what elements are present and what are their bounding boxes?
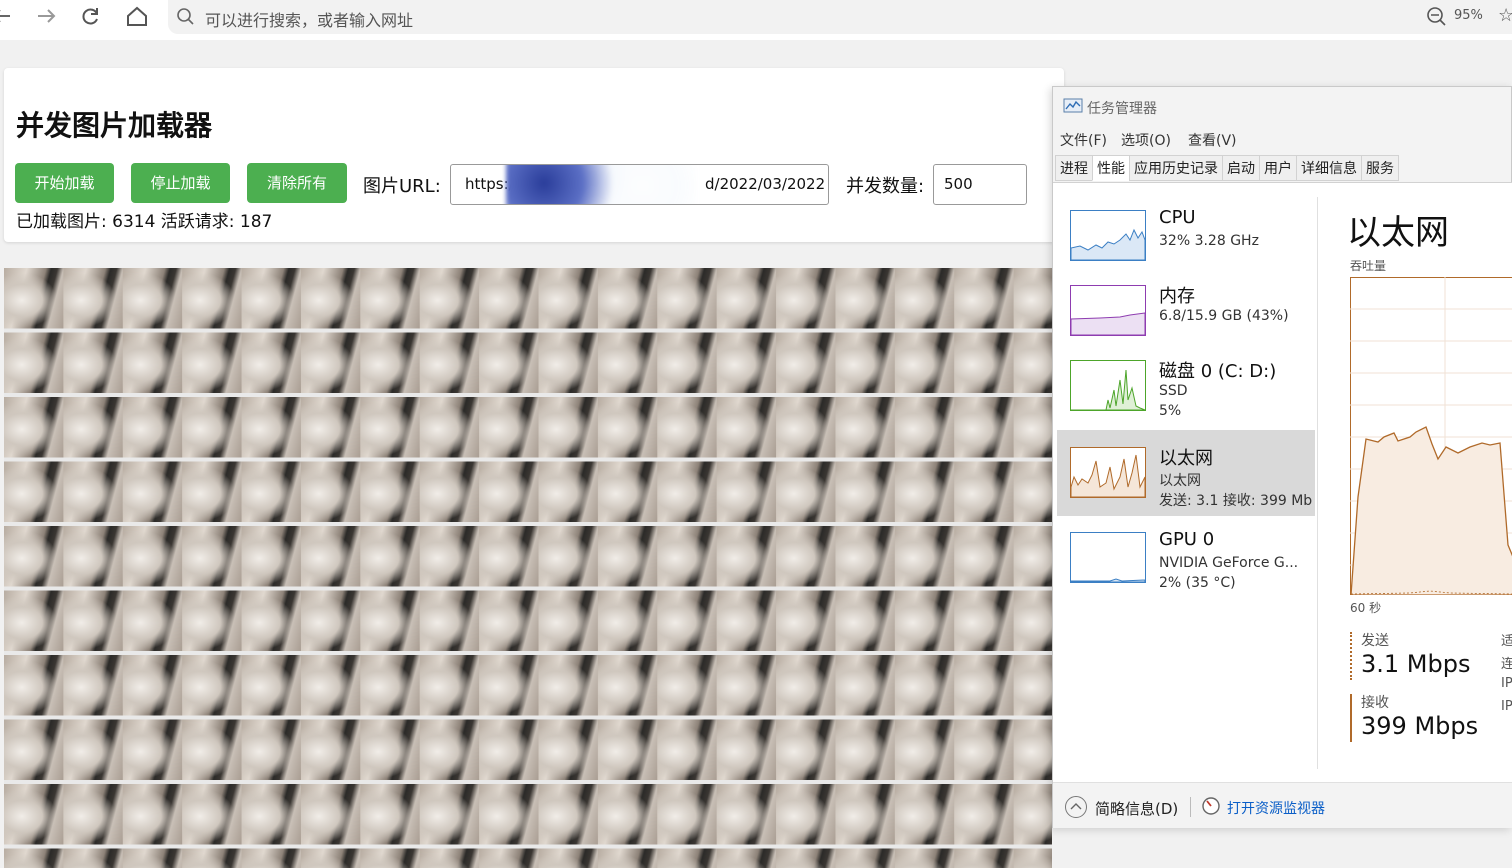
task-manager-app-icon — [1063, 97, 1083, 115]
send-label: 发送 — [1361, 633, 1389, 649]
clear-all-button[interactable]: 清除所有 — [247, 163, 347, 203]
resource-monitor-icon — [1201, 796, 1221, 816]
connection-info-label: 连 — [1501, 657, 1512, 672]
resource-name: 内存 — [1159, 286, 1195, 307]
resource-detail: 32% 3.28 GHz — [1159, 233, 1259, 249]
url-input[interactable]: https:// d/2022/03/2022 — [450, 164, 829, 205]
resource-detail-2: 发送: 3.1 接收: 399 Mb — [1159, 493, 1313, 509]
tab-app-history[interactable]: 应用历史记录 — [1129, 155, 1223, 181]
resource-detail: 以太网 — [1159, 473, 1201, 489]
stop-loading-button[interactable]: 停止加载 — [131, 163, 230, 203]
back-arrow-icon[interactable] — [0, 4, 18, 28]
load-stats: 已加载图片: 6314 活跃请求: 187 — [16, 212, 273, 232]
resource-item-ethernet[interactable]: 以太网 以太网 发送: 3.1 接收: 399 Mb — [1057, 430, 1315, 516]
address-bar[interactable]: 可以进行搜索，或者输入网址 95% ☆ — [168, 0, 1512, 34]
resource-detail: NVIDIA GeForce G... — [1159, 555, 1299, 571]
refresh-icon[interactable] — [76, 4, 106, 28]
resource-list: CPU 32% 3.28 GHz 内存 6.8/15.9 GB (43%) 磁盘… — [1057, 183, 1315, 783]
performance-panel: CPU 32% 3.28 GHz 内存 6.8/15.9 GB (43%) 磁盘… — [1053, 182, 1512, 782]
send-value: 3.1 Mbps — [1361, 650, 1471, 678]
loaded-image-thumbnails — [4, 268, 1052, 868]
gpu-mini-graph — [1070, 532, 1146, 583]
chevron-up-icon[interactable] — [1065, 796, 1087, 818]
page-title: 并发图片加载器 — [16, 109, 213, 142]
resource-item-cpu[interactable]: CPU 32% 3.28 GHz — [1057, 193, 1315, 279]
cpu-mini-graph — [1070, 210, 1146, 261]
tab-services[interactable]: 服务 — [1361, 155, 1399, 181]
forward-arrow-icon[interactable] — [32, 4, 62, 28]
receive-indicator — [1350, 694, 1352, 742]
resource-name: 磁盘 0 (C: D:) — [1159, 361, 1277, 382]
pane-divider — [1317, 197, 1318, 769]
resource-item-gpu[interactable]: GPU 0 NVIDIA GeForce G... 2% (35 °C) — [1057, 515, 1315, 601]
task-manager-tabs: 进程 性能 应用历史记录 启动 用户 详细信息 服务 — [1055, 155, 1399, 181]
tab-users[interactable]: 用户 — [1259, 155, 1297, 181]
detail-title: 以太网 — [1347, 213, 1449, 253]
resource-detail: 6.8/15.9 GB (43%) — [1159, 308, 1289, 324]
task-manager-title: 任务管理器 — [1087, 101, 1157, 117]
zoom-level: 95% — [1454, 8, 1483, 23]
start-loading-button[interactable]: 开始加载 — [15, 163, 114, 203]
menu-view[interactable]: 查看(V) — [1188, 130, 1237, 150]
ipv6-info-label: IP — [1501, 699, 1512, 714]
receive-value: 399 Mbps — [1361, 712, 1479, 740]
footer-separator — [1190, 797, 1191, 817]
receive-label: 接收 — [1361, 695, 1389, 711]
resource-detail-2: 2% (35 °C) — [1159, 575, 1236, 591]
home-icon[interactable] — [122, 4, 152, 28]
star-icon[interactable]: ☆ — [1498, 5, 1512, 26]
tab-processes[interactable]: 进程 — [1055, 155, 1093, 181]
adapter-info-label: 适 — [1501, 634, 1512, 649]
resource-detail-2: 5% — [1159, 403, 1182, 419]
resource-name: CPU — [1159, 207, 1196, 228]
task-manager-window: 任务管理器 文件(F) 选项(O) 查看(V) 进程 性能 应用历史记录 启动 … — [1052, 86, 1512, 828]
resource-name: GPU 0 — [1159, 529, 1215, 550]
tab-details[interactable]: 详细信息 — [1296, 155, 1362, 181]
tab-startup[interactable]: 启动 — [1222, 155, 1260, 181]
menu-file[interactable]: 文件(F) — [1060, 130, 1107, 150]
ipv4-info-label: IP — [1501, 676, 1512, 691]
throughput-label: 吞吐量 — [1350, 259, 1387, 273]
ethernet-mini-graph — [1070, 447, 1146, 498]
resource-detail: SSD — [1159, 383, 1188, 399]
redaction-blur — [506, 165, 696, 204]
url-input-value-tail: d/2022/03/2022 — [705, 175, 826, 193]
image-grid — [4, 268, 1052, 868]
open-resource-monitor-link[interactable]: 打开资源监视器 — [1227, 798, 1325, 818]
resource-name: 以太网 — [1159, 448, 1213, 469]
resource-item-disk[interactable]: 磁盘 0 (C: D:) SSD 5% — [1057, 343, 1315, 429]
fewer-details-link[interactable]: 简略信息(D) — [1095, 798, 1178, 819]
menu-options[interactable]: 选项(O) — [1121, 130, 1171, 150]
browser-toolbar: 可以进行搜索，或者输入网址 95% ☆ — [0, 0, 1512, 40]
address-placeholder: 可以进行搜索，或者输入网址 — [205, 11, 414, 30]
zoom-out-icon[interactable] — [1426, 6, 1448, 28]
time-axis-label: 60 秒 — [1350, 601, 1382, 615]
send-indicator — [1350, 632, 1352, 680]
task-manager-footer: 简略信息(D) 打开资源监视器 — [1053, 782, 1512, 828]
search-icon — [176, 7, 196, 27]
resource-item-memory[interactable]: 内存 6.8/15.9 GB (43%) — [1057, 268, 1315, 354]
concurrency-label: 并发数量: — [846, 176, 925, 197]
concurrency-input[interactable]: 500 — [933, 164, 1027, 205]
disk-mini-graph — [1070, 360, 1146, 411]
memory-mini-graph — [1070, 285, 1146, 336]
tab-performance[interactable]: 性能 — [1092, 155, 1130, 181]
control-panel: 并发图片加载器 开始加载 停止加载 清除所有 图片URL: https:// d… — [4, 68, 1064, 242]
url-label: 图片URL: — [363, 176, 441, 197]
ethernet-throughput-graph — [1350, 277, 1512, 595]
